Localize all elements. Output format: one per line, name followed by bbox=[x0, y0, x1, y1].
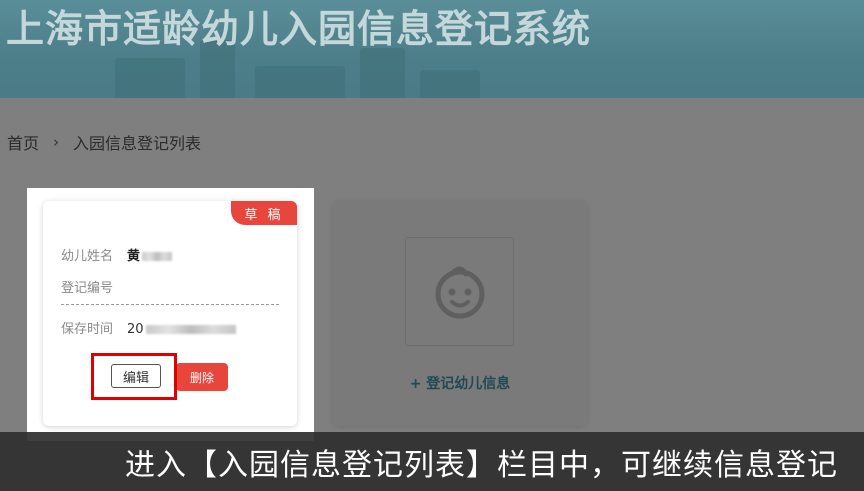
registration-number-row: 登记编号 bbox=[61, 277, 127, 296]
child-name-label: 幼儿姓名 bbox=[61, 249, 114, 264]
header-background-decoration bbox=[115, 58, 185, 98]
header-background-decoration bbox=[420, 70, 480, 98]
add-child-card[interactable]: + 登记幼儿信息 bbox=[333, 201, 587, 426]
add-icon-frame bbox=[405, 237, 514, 346]
redacted-blur bbox=[145, 325, 236, 334]
baby-face-icon bbox=[435, 266, 484, 318]
saved-time-value: 20 bbox=[127, 322, 144, 337]
status-badge: 草 稿 bbox=[231, 201, 297, 225]
breadcrumb-current: 入园信息登记列表 bbox=[73, 134, 202, 153]
header-background-decoration bbox=[360, 48, 405, 98]
breadcrumb-separator: › bbox=[53, 133, 60, 151]
breadcrumb: 首页 › 入园信息登记列表 bbox=[7, 130, 201, 154]
app-title: 上海市适龄幼儿入园信息登记系统 bbox=[6, 7, 592, 51]
divider bbox=[61, 304, 279, 305]
app-header: 上海市适龄幼儿入园信息登记系统 bbox=[0, 0, 864, 98]
child-name-value: 黄 bbox=[127, 249, 141, 264]
edit-button-highlight bbox=[91, 353, 177, 400]
registration-number-label: 登记编号 bbox=[61, 281, 114, 296]
delete-button[interactable]: 删除 bbox=[176, 363, 228, 391]
saved-time-label: 保存时间 bbox=[61, 322, 114, 337]
breadcrumb-home[interactable]: 首页 bbox=[7, 130, 39, 154]
add-child-label[interactable]: + 登记幼儿信息 bbox=[333, 373, 587, 393]
saved-time-row: 保存时间 20 bbox=[61, 318, 236, 337]
child-name-row: 幼儿姓名黄 bbox=[61, 245, 173, 264]
header-background-decoration bbox=[255, 66, 345, 98]
subtitle-text: 进入【入园信息登记列表】栏目中，可继续信息登记 bbox=[125, 448, 838, 483]
redacted-blur bbox=[142, 252, 173, 261]
